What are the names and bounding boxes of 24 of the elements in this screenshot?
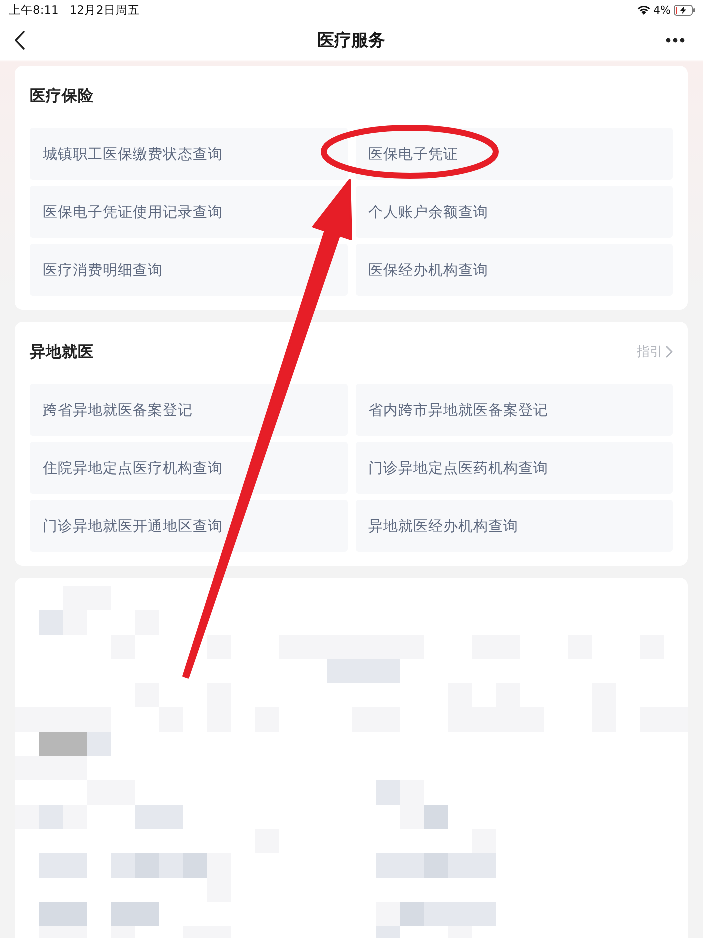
battery-percent: 4% xyxy=(654,4,671,16)
service-item[interactable]: 省内跨市异地就医备案登记 xyxy=(356,384,673,436)
service-item[interactable]: 个人账户余额查询 xyxy=(356,186,673,238)
more-button[interactable] xyxy=(666,38,685,42)
service-item[interactable]: 异地就医经办机构查询 xyxy=(356,500,673,552)
service-item[interactable]: 门诊异地定点医药机构查询 xyxy=(356,442,673,494)
service-item[interactable]: 门诊异地就医开通地区查询 xyxy=(30,500,348,552)
status-date: 12月2日周五 xyxy=(70,2,140,18)
page-title: 医疗服务 xyxy=(318,30,386,52)
section-title: 医疗保险 xyxy=(30,86,94,106)
service-item[interactable]: 医保经办机构查询 xyxy=(356,244,673,296)
section-title: 异地就医 xyxy=(30,342,94,362)
service-item[interactable]: 跨省异地就医备案登记 xyxy=(30,384,348,436)
status-time: 上午8:11 xyxy=(9,2,59,18)
service-item[interactable]: 医保电子凭证 xyxy=(356,128,673,180)
back-icon xyxy=(14,30,25,50)
service-item[interactable]: 城镇职工医保缴费状态查询 xyxy=(30,128,348,180)
service-item[interactable]: 住院异地定点医疗机构查询 xyxy=(30,442,348,494)
back-button[interactable] xyxy=(14,30,25,50)
wifi-icon xyxy=(636,5,651,15)
more-icon xyxy=(666,38,685,42)
service-item[interactable]: 医疗消费明细查询 xyxy=(30,244,348,296)
battery-charging-icon xyxy=(674,4,696,16)
chevron-right-icon xyxy=(666,346,673,358)
